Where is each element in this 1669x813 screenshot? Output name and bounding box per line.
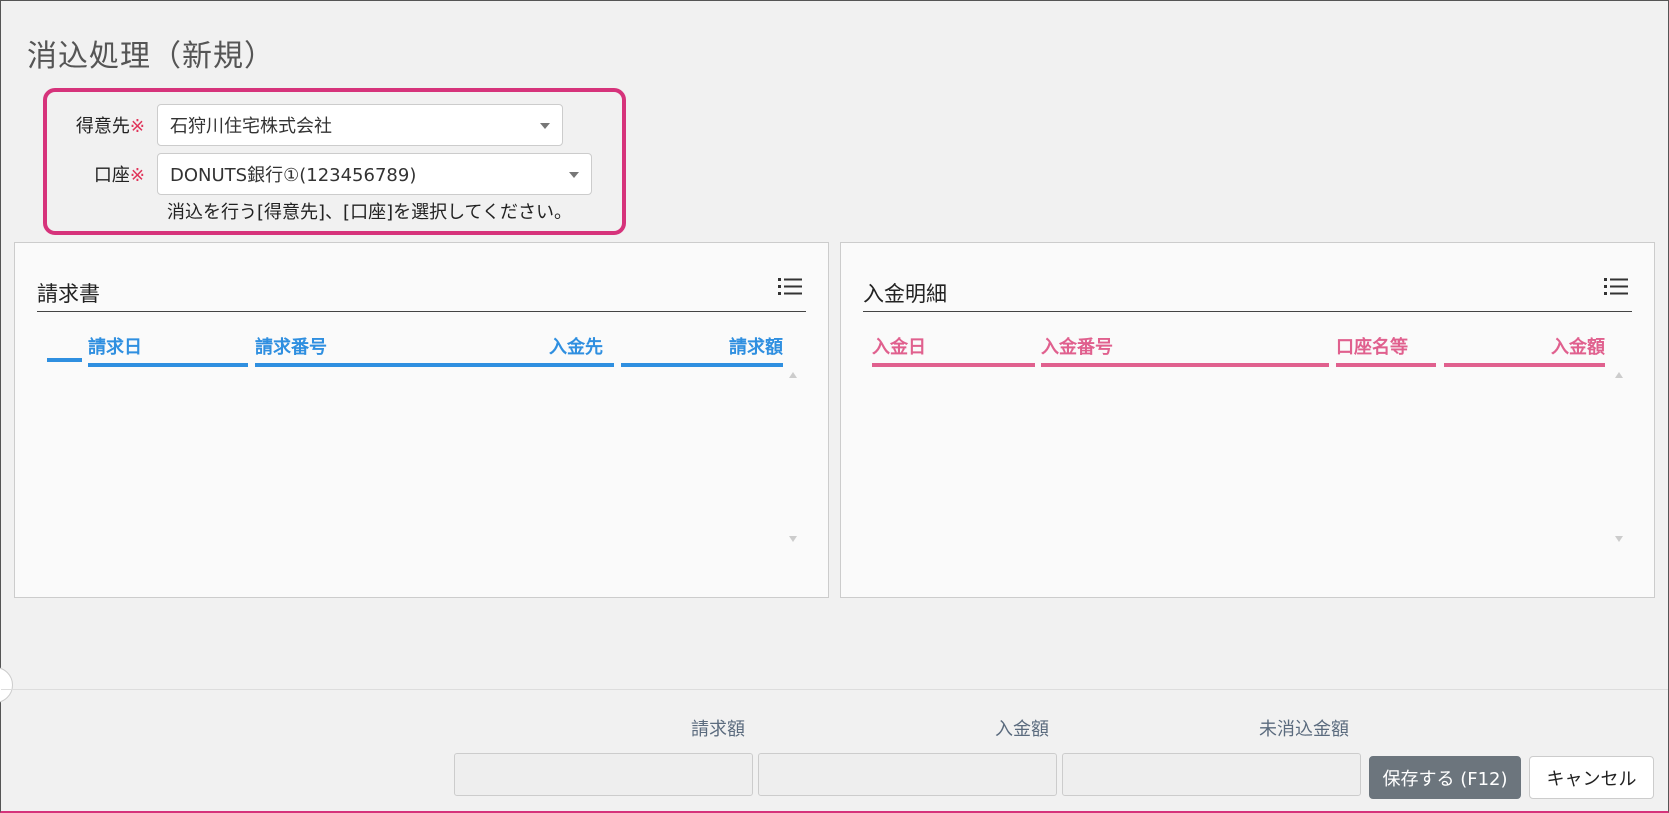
account-select-value: DONUTS銀行①(123456789) <box>170 165 417 186</box>
required-mark: ※ <box>129 165 145 186</box>
panel-divider <box>37 311 806 312</box>
deposit-scrollbar[interactable] <box>1612 368 1626 546</box>
window-frame: 消込処理（新規） 得意先※ 石狩川住宅株式会社 口座※ DONUTS銀行①(12… <box>0 0 1669 813</box>
save-button[interactable]: 保存する (F12) <box>1369 756 1521 799</box>
account-row: 口座※ DONUTS銀行①(123456789) <box>65 153 592 195</box>
deposit-panel: 入金明細 入金日 入金番号 口座名等 入金額 <box>840 242 1655 598</box>
column-header-account-name[interactable]: 口座名等 <box>1336 333 1436 367</box>
customer-label: 得意先※ <box>75 116 145 137</box>
customer-select[interactable]: 石狩川住宅株式会社 <box>157 104 563 146</box>
page-title: 消込処理（新規） <box>27 39 275 74</box>
unreconciled-amount-field <box>1062 753 1361 796</box>
column-header-deposit-number[interactable]: 入金番号 <box>1041 333 1329 367</box>
scroll-up-icon[interactable] <box>789 372 797 378</box>
list-icon[interactable] <box>1604 277 1628 297</box>
footer-divider <box>1 689 1668 690</box>
invoice-amount-total-field <box>454 753 753 796</box>
list-icon[interactable] <box>778 277 802 297</box>
required-mark: ※ <box>129 116 145 137</box>
unreconciled-amount-label: 未消込金額 <box>1259 719 1349 740</box>
invoice-panel: 請求書 請求日 請求番号 入金先 請求額 <box>14 242 829 598</box>
deposit-amount-total-label: 入金額 <box>995 719 1049 740</box>
column-header-payee[interactable]: 入金先 <box>549 333 614 367</box>
column-header-invoice-amount[interactable]: 請求額 <box>621 333 783 367</box>
customer-select-value: 石狩川住宅株式会社 <box>170 116 332 137</box>
column-header-deposit-date[interactable]: 入金日 <box>872 333 1035 367</box>
deposit-amount-total-field <box>758 753 1057 796</box>
scroll-down-icon[interactable] <box>789 536 797 542</box>
account-select[interactable]: DONUTS銀行①(123456789) <box>157 153 592 195</box>
column-header-select[interactable] <box>47 333 82 362</box>
invoice-panel-title: 請求書 <box>37 282 100 306</box>
panel-divider <box>863 311 1632 312</box>
scroll-down-icon[interactable] <box>1615 536 1623 542</box>
side-panel-toggle[interactable] <box>0 667 13 703</box>
column-header-invoice-number[interactable]: 請求番号 <box>255 333 550 367</box>
caret-down-icon <box>540 123 550 129</box>
customer-row: 得意先※ 石狩川住宅株式会社 <box>65 104 563 146</box>
column-header-deposit-amount[interactable]: 入金額 <box>1444 333 1605 367</box>
invoice-scrollbar[interactable] <box>786 368 800 546</box>
deposit-panel-title: 入金明細 <box>863 282 947 306</box>
selection-hint: 消込を行う[得意先]、[口座]を選択してください。 <box>167 202 573 223</box>
column-header-invoice-date[interactable]: 請求日 <box>88 333 248 367</box>
account-label: 口座※ <box>93 165 145 186</box>
invoice-amount-total-label: 請求額 <box>691 719 745 740</box>
scroll-up-icon[interactable] <box>1615 372 1623 378</box>
caret-down-icon <box>569 172 579 178</box>
cancel-button[interactable]: キャンセル <box>1529 756 1654 799</box>
